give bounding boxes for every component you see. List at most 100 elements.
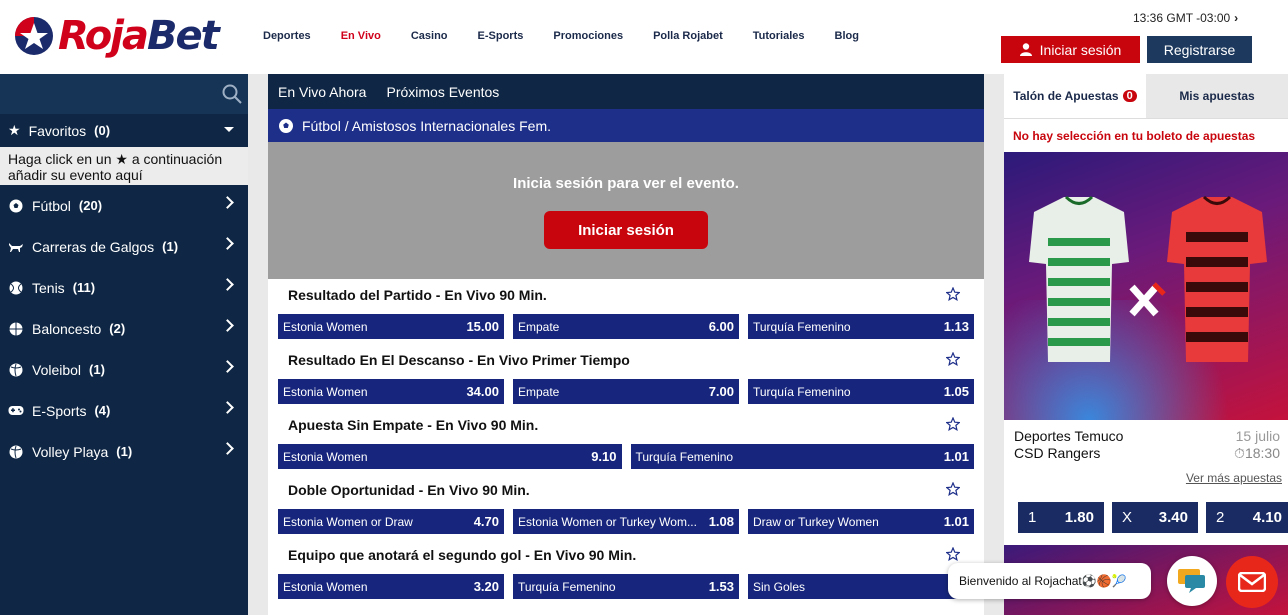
match-date: 15 julio (1235, 428, 1280, 444)
chat-button[interactable] (1167, 556, 1217, 606)
user-icon (1019, 43, 1032, 56)
odd-button[interactable]: Turquía Femenino 1.53 (513, 574, 739, 599)
rojabet-logo[interactable]: RojaBet (12, 10, 220, 62)
chevron-right-icon (221, 442, 234, 455)
odd-button[interactable]: Estonia Women 9.10 (278, 444, 622, 469)
login-button[interactable]: Iniciar sesión (1001, 36, 1140, 63)
team-away: CSD Rangers (1014, 445, 1101, 461)
odd-button[interactable]: Empate 7.00 (513, 379, 739, 404)
chevron-right-icon (221, 196, 234, 209)
odd-button[interactable]: Sin Goles5 (748, 574, 974, 599)
tab-en-vivo-ahora[interactable]: En Vivo Ahora (278, 84, 366, 100)
sport-item-baloncesto[interactable]: Baloncesto (2) (0, 308, 248, 349)
star-outline-icon[interactable] (946, 482, 960, 496)
odd-button[interactable]: Draw or Turkey Women 1.01 (748, 509, 974, 534)
mail-icon (1238, 572, 1266, 592)
odds-row: Estonia Women 34.00 Empate 7.00 Turquía Fe… (278, 379, 974, 404)
sidebar-search[interactable] (0, 74, 248, 114)
market-title: Apuesta Sin Empate - En Vivo 90 Min. (288, 417, 539, 433)
sport-count: (1) (89, 362, 105, 377)
odd-button[interactable]: Turquía Femenino 1.13 (748, 314, 974, 339)
sport-item-galgos[interactable]: Carreras de Galgos (1) (0, 226, 248, 267)
star-outline-icon[interactable] (946, 417, 960, 431)
market-title: Resultado del Partido - En Vivo 90 Min. (288, 287, 547, 303)
star-outline-icon[interactable] (946, 287, 960, 301)
sport-list: Fútbol (20) Carreras de Galgos (1) Tenis… (0, 185, 248, 472)
chat-icon (1178, 569, 1205, 593)
odd-value: 3.40 (1158, 509, 1188, 526)
nav-esports[interactable]: E-Sports (478, 30, 524, 42)
odd-button[interactable]: Estonia Women 15.00 (278, 314, 504, 339)
tab-proximos-eventos[interactable]: Próximos Eventos (386, 84, 499, 100)
tab-my-bets[interactable]: Mis apuestas (1146, 74, 1288, 118)
nav-polla-rojabet[interactable]: Polla Rojabet (653, 30, 723, 42)
markets-list: Resultado del Partido - En Vivo 90 Min. … (268, 279, 984, 615)
nav-tutoriales[interactable]: Tutoriales (753, 30, 805, 42)
logo-star-icon (15, 17, 53, 55)
basketball-icon (8, 321, 24, 337)
search-icon[interactable] (221, 83, 243, 105)
tab-betslip-label: Talón de Apuestas (1013, 89, 1119, 103)
odd-value: 4.70 (473, 514, 499, 529)
event-content: En Vivo Ahora Próximos Eventos Fútbol / … (268, 74, 984, 615)
odd-button[interactable]: Estonia Women 3.20 (278, 574, 504, 599)
login-label: Iniciar sesión (1039, 41, 1122, 58)
odd-label: 1 (1028, 509, 1037, 526)
featured-odd-button[interactable]: 2 4.10 (1206, 502, 1288, 533)
sport-item-tenis[interactable]: Tenis (11) (0, 267, 248, 308)
login-message: Inicia sesión para ver el evento. (513, 175, 739, 192)
mail-button[interactable] (1226, 556, 1278, 608)
sport-count: (1) (162, 239, 179, 254)
clock[interactable]: 13:36 GMT -03:00 › (1133, 11, 1238, 25)
odd-button[interactable]: Empate 6.00 (513, 314, 739, 339)
market-row: Resultado del Partido - En Vivo 90 Min. … (278, 279, 974, 344)
soccer-ball-icon (279, 118, 293, 133)
odds-row: Estonia Women 3.20 Turquía Femenino 1.53 S… (278, 574, 974, 599)
register-button[interactable]: Registrarse (1147, 36, 1252, 63)
favorites-toggle[interactable]: ★ Favoritos (0) (0, 114, 248, 147)
odd-value: 7.00 (708, 384, 734, 399)
nav-blog[interactable]: Blog (835, 30, 859, 42)
odd-value: 4.10 (1252, 509, 1282, 526)
featured-odd-button[interactable]: 1 1.80 (1018, 502, 1104, 533)
sport-item-voleibol[interactable]: Voleibol (1) (0, 349, 248, 390)
featured-odd-button[interactable]: X 3.40 (1112, 502, 1198, 533)
tab-betslip[interactable]: Talón de Apuestas 0 (1004, 74, 1146, 118)
market-row: Resultado En El Descanso - En Vivo Prime… (278, 344, 974, 409)
odd-button[interactable]: Estonia Women or Turkey Wom... 1.08 (513, 509, 739, 534)
volleyball-icon (8, 362, 24, 378)
greyhound-icon (8, 239, 24, 255)
odd-button[interactable]: Estonia Women or Draw 4.70 (278, 509, 504, 534)
market-title: Resultado En El Descanso - En Vivo Prime… (288, 352, 630, 368)
nav-deportes[interactable]: Deportes (263, 30, 311, 42)
odd-button[interactable]: Turquía Femenino 1.01 (630, 444, 974, 469)
odd-label: Estonia Women (283, 319, 368, 334)
star-outline-icon[interactable] (946, 547, 960, 561)
odds-row: Estonia Women or Draw 4.70 Estonia Women … (278, 509, 974, 534)
sport-count: (4) (94, 403, 111, 418)
market-row: Apuesta Sin Empate - En Vivo 90 Min. Est… (278, 409, 974, 474)
odd-label: Turquía Femenino (753, 384, 851, 399)
odd-button[interactable]: Estonia Women 34.00 (278, 379, 504, 404)
nav-en-vivo[interactable]: En Vivo (341, 30, 381, 42)
match-time: ⏱18:30 (1234, 445, 1280, 462)
chat-welcome-bubble[interactable]: Bienvenido al Rojachat⚽🏀🎾 (948, 563, 1151, 599)
nav-promociones[interactable]: Promociones (553, 30, 623, 42)
odd-label: Empate (518, 319, 560, 334)
more-bets-link[interactable]: Ver más apuestas (1186, 471, 1282, 485)
odd-value: 15.00 (466, 319, 499, 334)
sport-label: E-Sports (32, 402, 87, 419)
tennis-ball-icon (8, 280, 24, 296)
panel-login-button[interactable]: Iniciar sesión (544, 211, 708, 249)
gamepad-icon (8, 403, 24, 419)
match-promo-banner[interactable] (1004, 152, 1288, 420)
odd-value: 1.05 (943, 384, 969, 399)
star-outline-icon[interactable] (946, 352, 960, 366)
sport-item-futbol[interactable]: Fútbol (20) (0, 185, 248, 226)
sport-item-esports[interactable]: E-Sports (4) (0, 390, 248, 431)
sport-item-volley-playa[interactable]: Volley Playa (1) (0, 431, 248, 472)
nav-casino[interactable]: Casino (411, 30, 448, 42)
chevron-right-icon (221, 360, 234, 373)
betslip-tabs: Talón de Apuestas 0 Mis apuestas (1004, 74, 1288, 118)
odd-button[interactable]: Turquía Femenino 1.05 (748, 379, 974, 404)
